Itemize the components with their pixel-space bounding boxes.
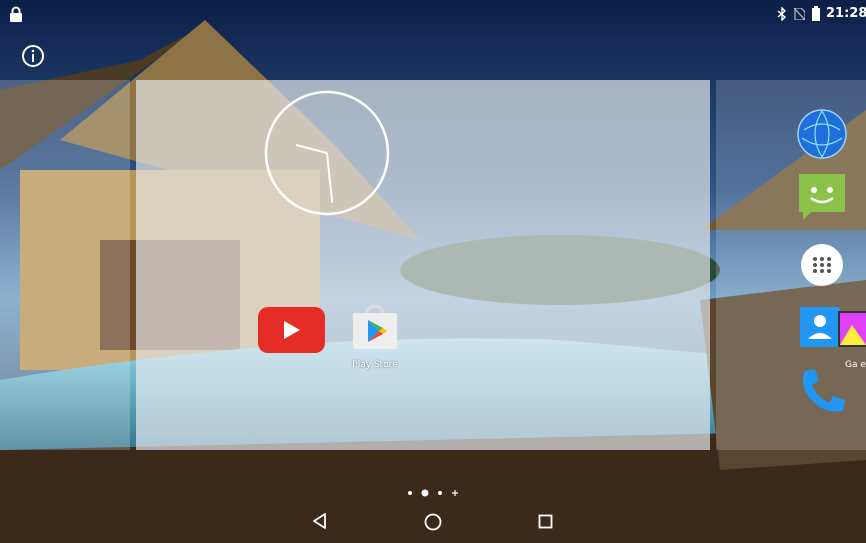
no-sim-icon — [794, 8, 805, 20]
clock-minute-hand — [326, 152, 334, 203]
app-drawer-icon[interactable] — [800, 243, 844, 287]
status-time: 21:28 — [826, 6, 866, 21]
youtube-icon[interactable] — [258, 307, 325, 353]
status-bar: 21:28 — [0, 0, 866, 28]
home-page-current[interactable] — [136, 80, 710, 450]
page-dot-3 — [438, 491, 442, 495]
lock-icon — [10, 6, 22, 22]
contacts-gallery-folder-icon[interactable] — [800, 305, 866, 351]
home-icon[interactable] — [424, 513, 442, 531]
home-page-left[interactable] — [0, 80, 130, 450]
globe-icon[interactable] — [796, 108, 848, 160]
bluetooth-icon — [777, 7, 787, 21]
messaging-icon[interactable] — [797, 172, 847, 222]
phone-icon[interactable] — [797, 365, 849, 417]
play-store-label: Play Store — [352, 360, 398, 370]
play-store-icon[interactable] — [350, 303, 400, 353]
add-page-icon — [452, 490, 458, 496]
page-dot-1 — [408, 491, 412, 495]
battery-icon — [812, 6, 820, 21]
page-indicator — [408, 489, 458, 497]
recents-icon[interactable] — [538, 514, 553, 529]
info-icon[interactable] — [21, 44, 45, 68]
clock-hour-hand — [295, 144, 328, 154]
page-dot-2 — [421, 489, 429, 497]
back-icon[interactable] — [312, 513, 328, 529]
analog-clock-widget[interactable] — [264, 90, 390, 216]
